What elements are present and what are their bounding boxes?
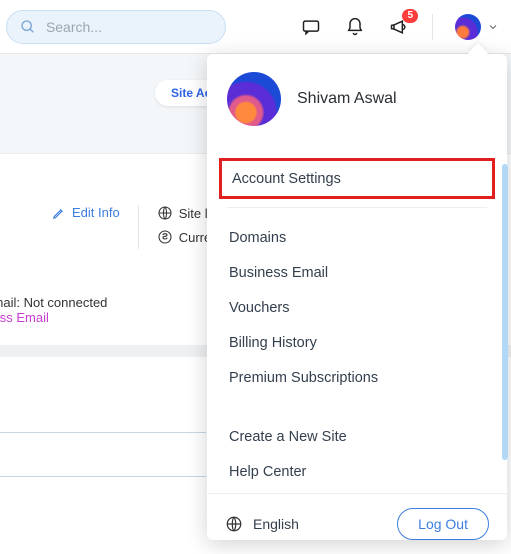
scrollbar[interactable]: [502, 164, 508, 460]
menu-premium-subscriptions[interactable]: Premium Subscriptions: [207, 360, 507, 395]
chat-icon[interactable]: [300, 16, 322, 38]
line: [0, 432, 206, 433]
connect-email-link[interactable]: Business Email: [0, 310, 49, 325]
avatar: [455, 14, 481, 40]
menu-account-settings[interactable]: Account Settings: [219, 158, 495, 199]
megaphone-icon[interactable]: 5: [388, 16, 410, 38]
pencil-icon: [52, 206, 66, 220]
flyout-footer: English Log Out: [207, 493, 507, 554]
currency-icon: [157, 229, 173, 245]
menu-help-center[interactable]: Help Center: [207, 454, 507, 489]
menu-create-site[interactable]: Create a New Site: [207, 419, 507, 454]
bell-icon[interactable]: [344, 16, 366, 38]
profile-header: Shivam Aswal: [207, 54, 507, 140]
profile-flyout: Shivam Aswal Account Settings Domains Bu…: [207, 54, 507, 540]
logout-button[interactable]: Log Out: [397, 508, 489, 540]
divider: [432, 14, 433, 40]
line: [0, 476, 206, 477]
top-icon-group: 5: [300, 14, 499, 40]
chevron-down-icon: [487, 21, 499, 33]
language-selector[interactable]: English: [225, 515, 299, 533]
globe-icon: [225, 515, 243, 533]
language-label: English: [253, 516, 299, 532]
menu-domains[interactable]: Domains: [207, 220, 507, 255]
menu-vouchers[interactable]: Vouchers: [207, 290, 507, 325]
top-bar: 5: [0, 0, 511, 54]
business-email-row: ess Email: Not connected Business Email: [0, 295, 107, 325]
edit-info-label: Edit Info: [72, 205, 120, 220]
globe-icon: [157, 205, 173, 221]
menu: Account Settings Domains Business Email …: [207, 146, 507, 493]
menu-billing-history[interactable]: Billing History: [207, 325, 507, 360]
avatar: [227, 72, 281, 126]
profile-name: Shivam Aswal: [297, 90, 397, 108]
edit-info-link[interactable]: Edit Info: [0, 205, 120, 220]
mid-row: Edit Info Site la Curre: [0, 205, 215, 249]
search-input[interactable]: [46, 19, 213, 35]
notification-badge: 5: [402, 9, 418, 23]
search-box[interactable]: [6, 10, 226, 44]
search-icon: [19, 16, 38, 38]
divider: [138, 205, 139, 249]
email-status: ess Email: Not connected: [0, 295, 107, 310]
menu-business-email[interactable]: Business Email: [207, 255, 507, 290]
profile-trigger[interactable]: [455, 14, 499, 40]
